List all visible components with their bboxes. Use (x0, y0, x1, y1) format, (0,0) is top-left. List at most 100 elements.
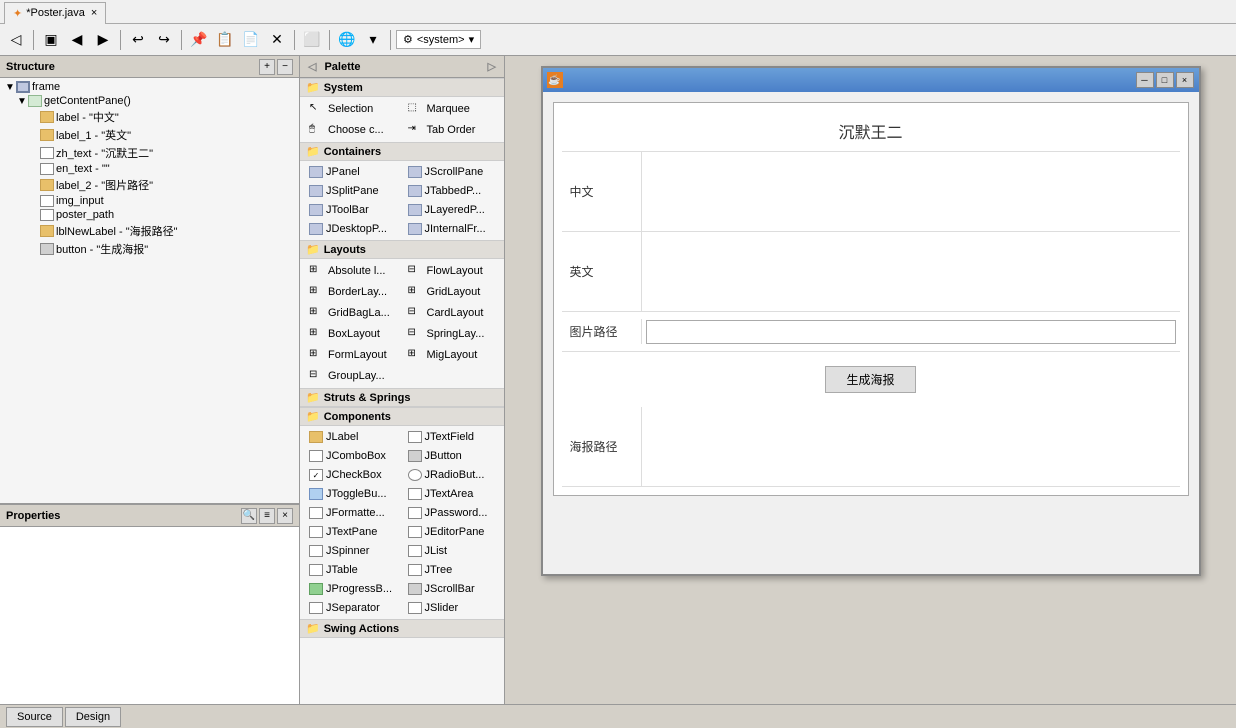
palette-gridbag[interactable]: ⊞ GridBagLa... (304, 303, 402, 323)
toolbar-btn-undo[interactable]: ↩ (126, 28, 150, 52)
palette-jtable[interactable]: JTable (304, 561, 402, 579)
generate-poster-btn[interactable]: 生成海报 (825, 366, 915, 393)
palette-grid[interactable]: ⊞ GridLayout (403, 282, 501, 302)
palette-taborder[interactable]: ⇥ Tab Order (403, 120, 501, 140)
palette-jeditorpane[interactable]: JEditorPane (403, 523, 501, 541)
palette-jtree[interactable]: JTree (403, 561, 501, 579)
palette-jseparator[interactable]: JSeparator (304, 599, 402, 617)
swing-close-btn[interactable]: × (1176, 72, 1194, 88)
palette-jslider[interactable]: JSlider (403, 599, 501, 617)
tree-item-lbl-new[interactable]: lblNewLabel - "海报路径" (0, 222, 299, 240)
palette-absolute-label: Absolute l... (328, 265, 385, 277)
palette-card[interactable]: ⊟ CardLayout (403, 303, 501, 323)
palette-jtoolbar-label: JToolBar (326, 204, 369, 216)
palette-jscrollpane[interactable]: JScrollPane (403, 163, 501, 181)
palette-jinternalframe[interactable]: JInternalFr... (403, 220, 501, 238)
palette-jtoolbar[interactable]: JToolBar (304, 201, 402, 219)
toolbar-btn-copy[interactable]: 📋 (213, 28, 237, 52)
tree-item-img-input[interactable]: img_input (0, 194, 299, 208)
palette-jlist[interactable]: JList (403, 542, 501, 560)
poster-java-tab[interactable]: ✦ *Poster.java × (4, 2, 106, 24)
palette-form[interactable]: ⊞ FormLayout (304, 345, 402, 365)
palette-jspinner[interactable]: JSpinner (304, 542, 402, 560)
toolbar-btn-paste[interactable]: 📄 (239, 28, 263, 52)
input-imgpath[interactable] (646, 320, 1176, 344)
textarea-zh[interactable] (646, 156, 1176, 227)
palette-jdesktoppane[interactable]: JDesktopP... (304, 220, 402, 238)
structure-add-btn[interactable]: + (259, 59, 275, 75)
structure-remove-btn[interactable]: − (277, 59, 293, 75)
source-tab[interactable]: Source (6, 707, 63, 727)
palette-choose[interactable]: 🖱 Choose c... (304, 120, 402, 140)
palette-jtabbedpane[interactable]: JTabbedP... (403, 182, 501, 200)
palette-jcombobox[interactable]: JComboBox (304, 447, 402, 465)
palette-jscrollbar[interactable]: JScrollBar (403, 580, 501, 598)
tree-toggle-img-input (28, 196, 40, 207)
tree-label-label-en: label_1 - "英文" (56, 127, 131, 143)
grid-icon: ⊞ (408, 285, 424, 299)
swing-maximize-btn[interactable]: □ (1156, 72, 1174, 88)
tab-icon: ✦ (13, 7, 22, 20)
palette-border-label: BorderLay... (328, 286, 387, 298)
palette-jlabel[interactable]: JLabel (304, 428, 402, 446)
tree-item-contentpane[interactable]: ▼ getContentPane() (0, 94, 299, 108)
textarea-posterpath[interactable] (646, 411, 1176, 482)
toolbar-btn-delete[interactable]: ✕ (265, 28, 289, 52)
tab-bar: ✦ *Poster.java × (0, 0, 1236, 24)
palette-flow[interactable]: ⊟ FlowLayout (403, 261, 501, 281)
tree-item-frame[interactable]: ▼ frame (0, 80, 299, 94)
tab-close-icon[interactable]: × (91, 7, 97, 19)
palette-border[interactable]: ⊞ BorderLay... (304, 282, 402, 302)
tree-item-label-en[interactable]: label_1 - "英文" (0, 126, 299, 144)
toolbar-btn-select[interactable]: ▣ (39, 28, 63, 52)
palette-jtextpane[interactable]: JTextPane (304, 523, 402, 541)
tree-toggle-frame[interactable]: ▼ (4, 82, 16, 93)
palette-marquee[interactable]: ⬚ Marquee (403, 99, 501, 119)
jcheckbox-icon: ✓ (309, 469, 323, 481)
toolbar-btn-prev[interactable]: ◀ (65, 28, 89, 52)
design-tab[interactable]: Design (65, 707, 121, 727)
tree-item-label-img[interactable]: label_2 - "图片路径" (0, 176, 299, 194)
palette-jprogressbar[interactable]: JProgressB... (304, 580, 402, 598)
toolbar-btn-frame[interactable]: ⬜ (300, 28, 324, 52)
textarea-en[interactable] (646, 236, 1176, 307)
tree-item-en-text[interactable]: en_text - "" (0, 162, 299, 176)
toolbar-btn-next[interactable]: ▶ (91, 28, 115, 52)
palette-jlayeredpane[interactable]: JLayeredP... (403, 201, 501, 219)
palette-jpasswordfield[interactable]: JPassword... (403, 504, 501, 522)
properties-close-btn[interactable]: × (277, 508, 293, 524)
palette-jtogglebutton[interactable]: JToggleBu... (304, 485, 402, 503)
toolbar-btn-dropdown[interactable]: ▾ (361, 28, 385, 52)
toolbar-btn-redo[interactable]: ↪ (152, 28, 176, 52)
palette-jformattedtextfield[interactable]: JFormatte... (304, 504, 402, 522)
palette-jsplitpane[interactable]: JSplitPane (304, 182, 402, 200)
palette-mig[interactable]: ⊞ MigLayout (403, 345, 501, 365)
palette-jbutton[interactable]: JButton (403, 447, 501, 465)
palette-jcheckbox[interactable]: ✓ JCheckBox (304, 466, 402, 484)
palette-box[interactable]: ⊞ BoxLayout (304, 324, 402, 344)
palette-spring[interactable]: ⊟ SpringLay... (403, 324, 501, 344)
toolbar-btn-pin[interactable]: 📌 (187, 28, 211, 52)
tree-label-en-text: en_text - "" (56, 163, 110, 175)
palette-absolute[interactable]: ⊞ Absolute l... (304, 261, 402, 281)
jradiobutton-icon (408, 469, 422, 481)
toolbar-btn-1[interactable]: ◁ (4, 28, 28, 52)
palette-group[interactable]: ⊟ GroupLay... (304, 366, 402, 386)
palette-jradiobutton[interactable]: JRadioBut... (403, 466, 501, 484)
palette-selection[interactable]: ↖ Selection (304, 99, 402, 119)
palette-jtextfield[interactable]: JTextField (403, 428, 501, 446)
tree-item-zh-text[interactable]: zh_text - "沉默王二" (0, 144, 299, 162)
system-dropdown[interactable]: ⚙ <system> ▾ (396, 30, 481, 49)
properties-search-btn[interactable]: 🔍 (241, 508, 257, 524)
tree-item-button[interactable]: button - "生成海报" (0, 240, 299, 258)
tree-item-label-zh[interactable]: label - "中文" (0, 108, 299, 126)
properties-cols-btn[interactable]: ≡ (259, 508, 275, 524)
toolbar-btn-web[interactable]: 🌐 (335, 28, 359, 52)
tree-toggle-contentpane[interactable]: ▼ (16, 96, 28, 107)
swing-window: ☕ ─ □ × 沉默王二 中文 (541, 66, 1201, 576)
palette-jtextarea[interactable]: JTextArea (403, 485, 501, 503)
form-area: 沉默王二 中文 英文 (553, 102, 1189, 496)
palette-jpanel[interactable]: JPanel (304, 163, 402, 181)
swing-minimize-btn[interactable]: ─ (1136, 72, 1154, 88)
tree-item-poster-path[interactable]: poster_path (0, 208, 299, 222)
